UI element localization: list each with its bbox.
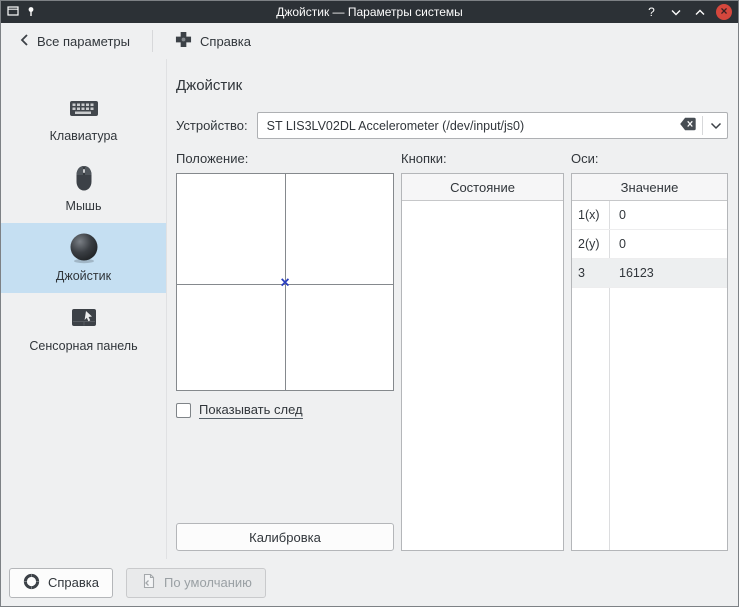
position-label: Положение: bbox=[176, 151, 394, 173]
axes-table-header: Значение bbox=[572, 174, 727, 201]
sidebar-item-keyboard[interactable]: Клавиатура bbox=[1, 83, 166, 153]
sidebar-item-touchpad[interactable]: Сенсорная панель bbox=[1, 293, 166, 363]
show-trace-checkbox[interactable] bbox=[176, 403, 191, 418]
panels: Положение: × Показывать след Калибровка bbox=[176, 151, 728, 551]
axis-number: 2(y) bbox=[572, 237, 609, 251]
window-title: Джойстик — Параметры системы bbox=[147, 5, 592, 19]
buttons-table-body bbox=[402, 201, 563, 550]
gamepad-icon bbox=[175, 31, 192, 51]
keyboard-icon bbox=[69, 92, 99, 124]
sidebar: Клавиатура Мышь Джойстик Сенсорная панел… bbox=[1, 59, 167, 559]
toolbar-separator bbox=[152, 30, 153, 52]
defaults-button-label: По умолчанию bbox=[164, 575, 252, 590]
position-panel: Положение: × Показывать след Калибровка bbox=[176, 151, 394, 551]
footer: Справка По умолчанию bbox=[1, 559, 738, 606]
axes-label: Оси: bbox=[571, 151, 728, 173]
buttons-table-header: Состояние bbox=[402, 174, 563, 201]
axes-rows: 1(x) 0 2(y) 0 3 16123 bbox=[572, 201, 727, 288]
axes-table-body: 1(x) 0 2(y) 0 3 16123 bbox=[572, 201, 727, 550]
titlebar-left bbox=[7, 5, 147, 20]
spacer bbox=[176, 419, 394, 523]
device-combobox[interactable]: ST LIS3LV02DL Accelerometer (/dev/input/… bbox=[257, 112, 728, 139]
sidebar-item-joystick[interactable]: Джойстик bbox=[1, 223, 166, 293]
titlebar-buttons: ? × bbox=[592, 4, 732, 20]
axes-table: Значение 1(x) 0 2(y) 0 bbox=[571, 173, 728, 551]
help-button-label: Справка bbox=[48, 575, 99, 590]
chevron-down-icon bbox=[710, 118, 722, 133]
body: Клавиатура Мышь Джойстик Сенсорная панел… bbox=[1, 59, 738, 559]
system-settings-window: Джойстик — Параметры системы ? × Все пар… bbox=[0, 0, 739, 607]
device-combobox-value: ST LIS3LV02DL Accelerometer (/dev/input/… bbox=[267, 119, 674, 133]
defaults-button[interactable]: По умолчанию bbox=[126, 568, 266, 598]
toolbar: Все параметры Справка bbox=[1, 23, 738, 59]
device-row: Устройство: ST LIS3LV02DL Accelerometer … bbox=[176, 112, 728, 139]
joystick-module: Джойстик Устройство: ST LIS3LV02DL Accel… bbox=[167, 59, 738, 559]
app-icon bbox=[7, 5, 19, 20]
show-trace-label: Показывать след bbox=[199, 402, 303, 419]
table-row: 3 16123 bbox=[572, 259, 727, 288]
all-settings-label: Все параметры bbox=[37, 34, 130, 49]
help-button[interactable]: Справка bbox=[9, 568, 113, 598]
position-marker: × bbox=[280, 276, 289, 292]
axis-value: 16123 bbox=[609, 266, 654, 280]
titlebar-help-button[interactable]: ? bbox=[644, 4, 659, 20]
sidebar-item-mouse[interactable]: Мышь bbox=[1, 153, 166, 223]
show-trace-checkbox-row[interactable]: Показывать след bbox=[176, 402, 394, 419]
device-label: Устройство: bbox=[176, 118, 248, 133]
position-display: × bbox=[176, 173, 394, 391]
calibrate-button[interactable]: Калибровка bbox=[176, 523, 394, 551]
axis-number: 3 bbox=[572, 266, 609, 280]
mouse-icon bbox=[75, 162, 93, 194]
page-title: Джойстик bbox=[176, 77, 728, 94]
table-row: 1(x) 0 bbox=[572, 201, 727, 230]
axis-value: 0 bbox=[609, 237, 626, 251]
minimize-button[interactable] bbox=[668, 4, 683, 20]
toolbar-help-button[interactable]: Справка bbox=[167, 26, 259, 56]
joystick-icon bbox=[67, 232, 101, 264]
combobox-dropdown-area[interactable] bbox=[702, 116, 722, 135]
help-ring-icon bbox=[23, 573, 40, 593]
document-revert-icon bbox=[140, 573, 156, 592]
toolbar-help-label: Справка bbox=[200, 34, 251, 49]
axis-value: 0 bbox=[609, 208, 626, 222]
titlebar[interactable]: Джойстик — Параметры системы ? × bbox=[1, 1, 738, 23]
sidebar-item-label: Мышь bbox=[66, 199, 102, 213]
pin-icon[interactable] bbox=[26, 5, 36, 20]
chevron-left-icon bbox=[19, 33, 29, 50]
axis-number: 1(x) bbox=[572, 208, 609, 222]
buttons-panel: Кнопки: Состояние bbox=[401, 151, 564, 551]
close-button[interactable]: × bbox=[716, 4, 732, 20]
sidebar-item-label: Клавиатура bbox=[50, 129, 118, 143]
touchpad-icon bbox=[71, 302, 97, 334]
maximize-button[interactable] bbox=[692, 4, 707, 20]
buttons-label: Кнопки: bbox=[401, 151, 564, 173]
all-settings-back-button[interactable]: Все параметры bbox=[11, 28, 138, 55]
sidebar-item-label: Джойстик bbox=[56, 269, 111, 283]
table-row: 2(y) 0 bbox=[572, 230, 727, 259]
axes-panel: Оси: Значение 1(x) 0 2(y) bbox=[571, 151, 728, 551]
sidebar-item-label: Сенсорная панель bbox=[29, 339, 137, 353]
clear-icon[interactable] bbox=[679, 117, 697, 134]
buttons-table: Состояние bbox=[401, 173, 564, 551]
